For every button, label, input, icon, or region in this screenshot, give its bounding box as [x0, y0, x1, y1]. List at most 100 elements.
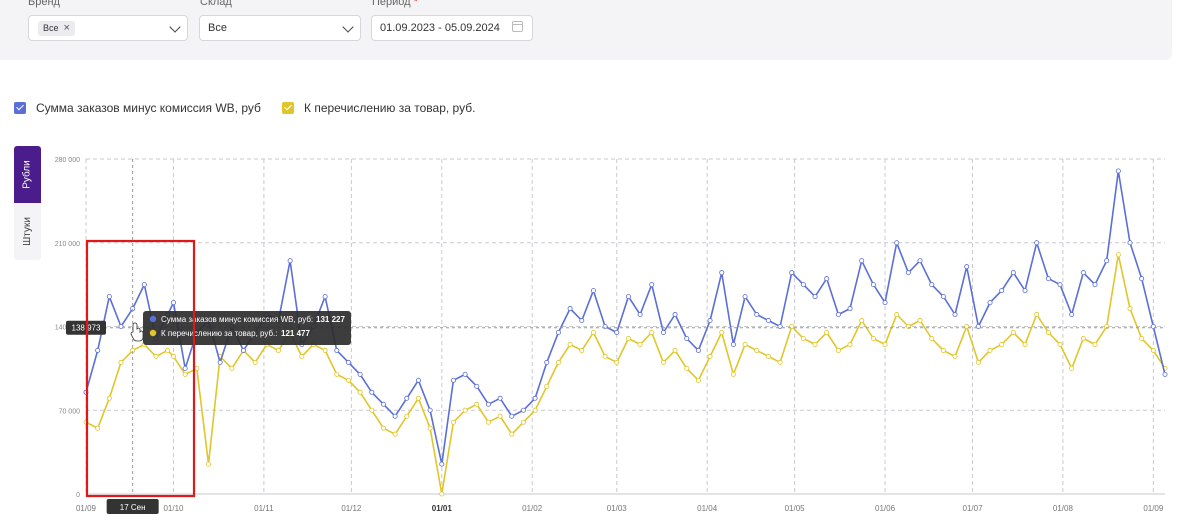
data-point	[369, 407, 375, 413]
data-point	[730, 341, 736, 347]
data-point	[182, 365, 188, 371]
data-point	[462, 371, 468, 377]
data-point	[835, 347, 841, 353]
data-point	[1115, 168, 1121, 174]
data-point	[1010, 270, 1016, 276]
data-point	[497, 413, 503, 419]
data-point	[637, 312, 643, 318]
data-point	[1057, 282, 1063, 288]
data-point	[929, 335, 935, 341]
data-point	[649, 329, 655, 335]
x-tick-label: 01/07	[963, 504, 984, 513]
data-point	[730, 371, 736, 377]
data-point	[1080, 270, 1086, 276]
data-point	[754, 312, 760, 318]
data-point	[1057, 341, 1063, 347]
data-point	[567, 306, 573, 312]
data-point	[427, 425, 433, 431]
data-point	[439, 491, 445, 497]
data-point	[153, 353, 159, 359]
data-point	[719, 329, 725, 335]
data-point	[1045, 329, 1051, 335]
data-point	[707, 353, 713, 359]
data-point	[415, 395, 421, 401]
highlight-box	[85, 239, 196, 498]
data-point	[1127, 306, 1133, 312]
data-point	[684, 365, 690, 371]
data-point	[894, 240, 900, 246]
data-point	[1104, 258, 1110, 264]
data-point	[392, 413, 398, 419]
data-point	[345, 377, 351, 383]
data-point	[917, 318, 923, 324]
data-point	[1022, 341, 1028, 347]
data-point	[450, 419, 456, 425]
data-point	[824, 329, 830, 335]
data-point	[975, 359, 981, 365]
data-point	[520, 419, 526, 425]
y-tick-label: 0	[76, 492, 80, 499]
tooltip-value: 121 477	[281, 329, 310, 338]
data-point	[777, 359, 783, 365]
data-point	[404, 395, 410, 401]
data-point	[952, 353, 958, 359]
x-tick-label: 01/12	[341, 504, 362, 513]
data-point	[660, 359, 666, 365]
data-point	[765, 353, 771, 359]
x-tick-label: 01/01	[432, 504, 453, 513]
data-point	[555, 359, 561, 365]
data-point	[905, 270, 911, 276]
data-point	[497, 395, 503, 401]
data-point	[707, 318, 713, 324]
data-point	[812, 341, 818, 347]
data-point	[859, 258, 865, 264]
y-tick-label: 210 000	[55, 241, 80, 248]
data-point	[1115, 252, 1121, 258]
data-point	[520, 407, 526, 413]
data-point	[252, 359, 258, 365]
data-point	[835, 312, 841, 318]
x-tick-label: 01/05	[785, 504, 806, 513]
data-point	[334, 371, 340, 377]
data-point	[1069, 365, 1075, 371]
data-point	[474, 401, 480, 407]
data-point	[882, 300, 888, 306]
data-point	[1127, 240, 1133, 246]
data-point	[987, 347, 993, 353]
data-point	[590, 288, 596, 294]
data-point	[567, 341, 573, 347]
data-point	[800, 282, 806, 288]
data-point	[544, 383, 550, 389]
data-point	[170, 300, 176, 306]
data-point	[106, 294, 112, 300]
data-point	[1139, 335, 1145, 341]
data-point	[369, 389, 375, 395]
data-point	[719, 270, 725, 276]
data-point	[334, 347, 340, 353]
data-point	[1162, 371, 1168, 377]
data-point	[742, 341, 748, 347]
data-point	[742, 294, 748, 300]
data-point	[229, 365, 235, 371]
data-point	[322, 294, 328, 300]
data-point	[695, 347, 701, 353]
line-chart: 070 000140 000210 000280 00001/0901/1001…	[55, 157, 1168, 514]
data-point	[789, 270, 795, 276]
x-tick-label: 01/09	[76, 504, 97, 513]
data-point	[485, 401, 491, 407]
data-point	[392, 431, 398, 437]
data-point	[847, 341, 853, 347]
data-point	[999, 288, 1005, 294]
data-point	[590, 329, 596, 335]
x-tick-label: 01/03	[607, 504, 628, 513]
data-point	[1092, 341, 1098, 347]
x-readout: 17 Сен	[120, 503, 146, 512]
data-point	[182, 371, 188, 377]
data-point	[1080, 335, 1086, 341]
data-point	[987, 300, 993, 306]
data-point	[299, 353, 305, 359]
data-point	[404, 413, 410, 419]
cursor-hand-icon	[130, 322, 144, 342]
data-point	[999, 341, 1005, 347]
data-point	[170, 353, 176, 359]
